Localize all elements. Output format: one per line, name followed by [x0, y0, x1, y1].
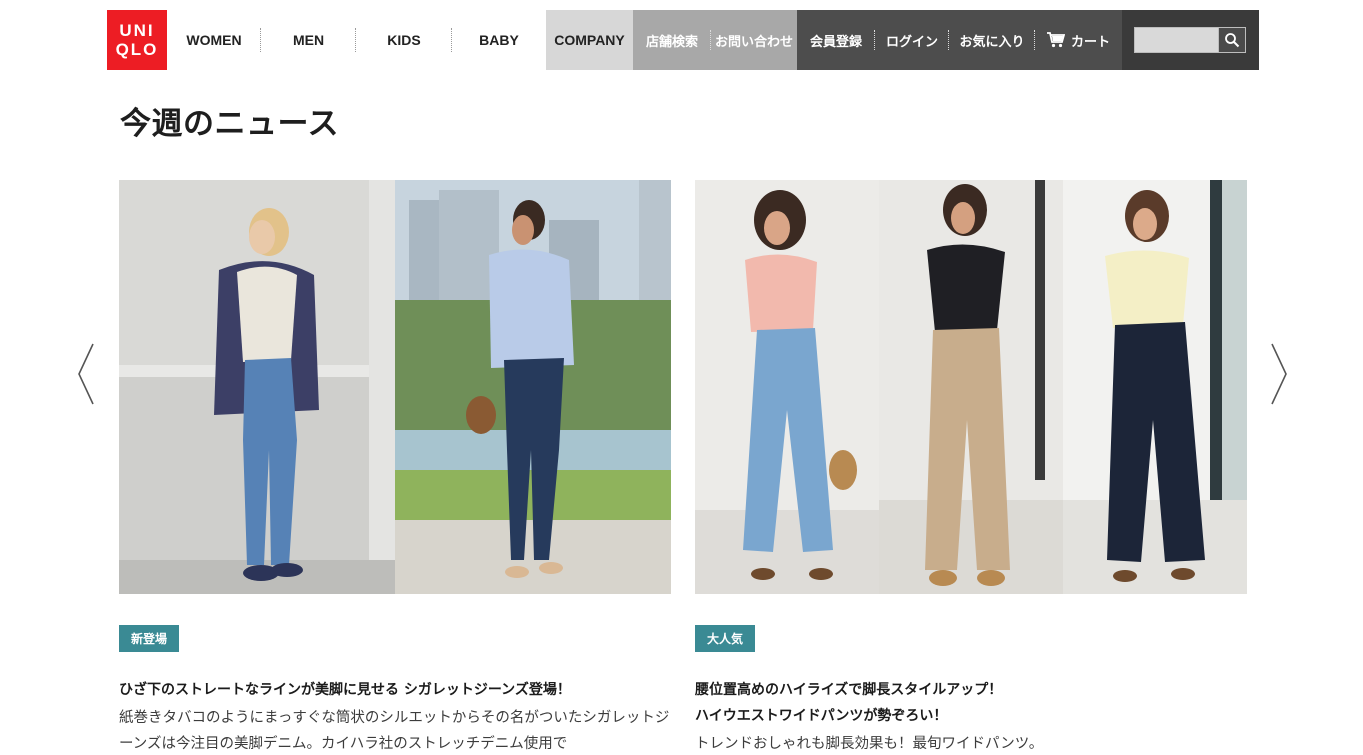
status-badge: 新登場 — [119, 625, 180, 652]
main-nav: WOMEN MEN KIDS BABY — [167, 10, 546, 70]
cart-label: カート — [1070, 34, 1110, 50]
register-link[interactable]: 会員登録 — [797, 10, 875, 70]
page-title: 今週のニュース — [120, 106, 339, 142]
site-header: UNI QLO WOMEN MEN KIDS BABY COMPANY 店舗検索… — [107, 10, 1259, 70]
news-description: 紙巻きタバコのようにまっすぐな筒状のシルエットからその名がついたシガレットジーン… — [119, 710, 670, 752]
cigarette-jeans-photo — [119, 180, 671, 594]
contact-link[interactable]: お問い合わせ — [711, 10, 797, 70]
nav-company[interactable]: COMPANY — [546, 10, 633, 70]
search-button[interactable] — [1218, 27, 1246, 53]
logo-line-1: UNI — [119, 21, 155, 40]
account-group: 会員登録 ログイン お気に入り カート — [797, 10, 1122, 70]
news-card: 新登場 ひざ下のストレートなラインが美脚に見せる シガレットジーンズ登場！ 紙巻… — [119, 180, 671, 752]
search-input[interactable] — [1134, 27, 1218, 53]
chevron-left-icon[interactable] — [75, 342, 97, 406]
search-group — [1122, 10, 1259, 70]
logo-line-2: QLO — [115, 40, 159, 59]
news-headline[interactable]: ひざ下のストレートなラインが美脚に見せる シガレットジーンズ登場！ — [119, 677, 671, 703]
news-card-image[interactable] — [119, 180, 671, 594]
nav-baby[interactable]: BABY — [452, 10, 546, 70]
news-card: 大人気 腰位置高めのハイライズで脚長スタイルアップ！ ハイウエストワイドパンツが… — [695, 180, 1247, 752]
chevron-right-icon[interactable] — [1268, 342, 1290, 406]
favorites-link[interactable]: お気に入り — [949, 10, 1035, 70]
cart-icon — [1046, 32, 1065, 48]
nav-women[interactable]: WOMEN — [167, 10, 261, 70]
wide-pants-photo — [695, 180, 1247, 594]
login-link[interactable]: ログイン — [875, 10, 949, 70]
cart-link[interactable]: カート — [1035, 10, 1122, 70]
status-badge: 大人気 — [695, 625, 756, 652]
store-search-link[interactable]: 店舗検索 — [633, 10, 711, 70]
news-description: トレンドおしゃれも脚長効果も！最旬ワイドパンツ。 — [695, 736, 1044, 752]
uniqlo-logo[interactable]: UNI QLO — [107, 10, 167, 70]
nav-men[interactable]: MEN — [261, 10, 356, 70]
nav-kids[interactable]: KIDS — [356, 10, 452, 70]
store-contact-group: 店舗検索 お問い合わせ — [633, 10, 797, 70]
news-card-image[interactable] — [695, 180, 1247, 594]
search-icon — [1225, 33, 1240, 48]
news-headline[interactable]: 腰位置高めのハイライズで脚長スタイルアップ！ ハイウエストワイドパンツが勢ぞろい… — [695, 677, 1247, 729]
